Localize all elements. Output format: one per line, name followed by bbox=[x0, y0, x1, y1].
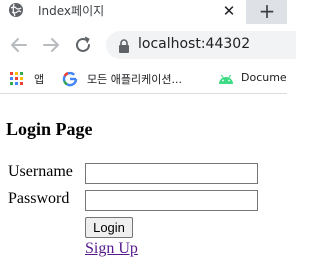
reload-icon[interactable] bbox=[72, 34, 94, 56]
password-input[interactable] bbox=[85, 190, 258, 211]
globe-icon bbox=[8, 2, 24, 18]
bookmark-label: 모든 애플리케이션... bbox=[87, 73, 182, 86]
android-icon bbox=[218, 73, 234, 88]
bookmark-label: Docume bbox=[241, 71, 287, 84]
browser-tab[interactable]: Index페이지 ✕ bbox=[0, 0, 246, 24]
new-tab-button[interactable]: + bbox=[256, 0, 278, 22]
address-bar[interactable]: localhost:44302 bbox=[106, 31, 296, 59]
password-label: Password bbox=[8, 190, 70, 207]
bookmark-apps[interactable]: 앱 bbox=[10, 69, 54, 89]
sign-up-link[interactable]: Sign Up bbox=[85, 240, 138, 258]
forward-arrow-icon[interactable] bbox=[40, 34, 62, 56]
google-g-icon bbox=[62, 71, 78, 87]
apps-grid-icon bbox=[10, 72, 24, 89]
bookmark-all-applications[interactable]: 모든 애플리케이션... bbox=[62, 69, 210, 89]
tab-title: Index페이지 bbox=[38, 4, 105, 18]
back-arrow-icon[interactable] bbox=[8, 34, 30, 56]
username-label: Username bbox=[8, 163, 73, 180]
page-title: Login Page bbox=[6, 119, 93, 139]
tab-strip: Index페이지 ✕ + bbox=[0, 0, 287, 24]
url-text: localhost:44302 bbox=[138, 36, 251, 52]
login-button[interactable]: Login bbox=[85, 217, 133, 238]
bookmark-label: 앱 bbox=[34, 73, 45, 86]
lock-icon bbox=[118, 38, 130, 53]
bookmarks-bar: 앱 모든 애플리케이션... Docume bbox=[0, 64, 287, 94]
browser-toolbar: localhost:44302 bbox=[0, 24, 296, 64]
username-input[interactable] bbox=[85, 163, 258, 184]
bookmark-documents[interactable]: Docume bbox=[218, 69, 287, 89]
close-icon[interactable]: ✕ bbox=[219, 1, 239, 21]
